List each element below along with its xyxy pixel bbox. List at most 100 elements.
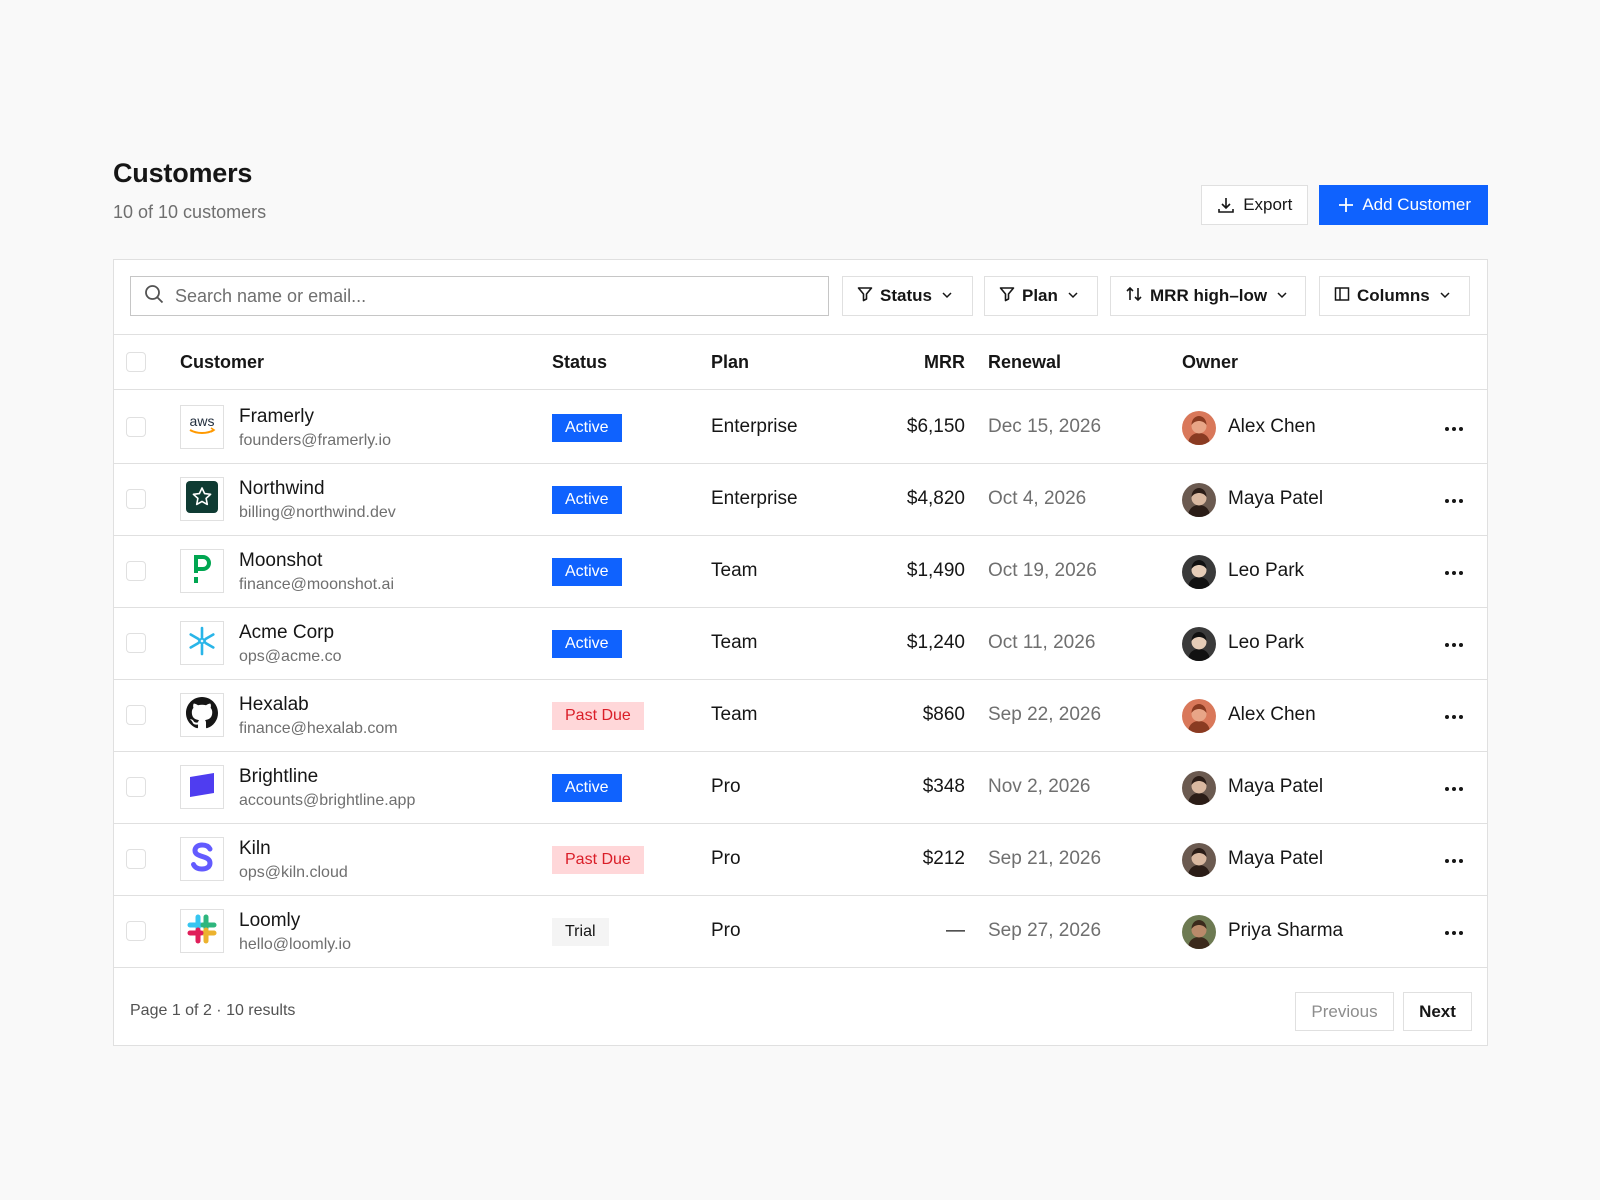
header-actions: Export Add Customer xyxy=(1201,185,1488,225)
plan-filter-dropdown[interactable]: Plan xyxy=(984,276,1098,316)
page-header: Customers 10 of 10 customers Export Add … xyxy=(113,158,1488,228)
customer-email: ops@kiln.cloud xyxy=(239,864,348,881)
search-input[interactable] xyxy=(175,285,775,307)
row-actions-menu[interactable] xyxy=(1439,773,1469,803)
renewal-date: Oct 11, 2026 xyxy=(988,632,1096,653)
pagination-info: Page 1 of 2 · 10 results xyxy=(130,1002,296,1019)
column-header-customer[interactable]: Customer xyxy=(180,335,264,390)
page-title: Customers xyxy=(113,158,253,188)
table-row[interactable]: Brightline accounts@brightline.app Active P… xyxy=(114,751,1487,824)
parallelogram-logo-icon xyxy=(187,772,217,803)
github-logo-icon xyxy=(186,696,218,734)
select-all-checkbox[interactable] xyxy=(126,352,146,372)
plan-cell: Enterprise xyxy=(711,416,798,437)
table-row[interactable]: Acme Corp ops@acme.co Active Team $1,240 Oct … xyxy=(114,607,1487,680)
sort-icon xyxy=(1125,286,1143,307)
customer-name[interactable]: Loomly xyxy=(239,910,300,932)
customer-name[interactable]: Hexalab xyxy=(239,694,309,716)
row-checkbox[interactable] xyxy=(126,633,146,653)
renewal-date: Sep 22, 2026 xyxy=(988,704,1102,725)
plus-icon xyxy=(1338,197,1354,213)
row-actions-menu[interactable] xyxy=(1439,629,1469,659)
next-page-button[interactable]: Next xyxy=(1403,992,1472,1031)
table-toolbar: Status Plan MRR high–low Columns xyxy=(114,260,1487,335)
customer-name[interactable]: Framerly xyxy=(239,406,314,428)
row-actions-menu[interactable] xyxy=(1439,845,1469,875)
row-actions-menu[interactable] xyxy=(1439,701,1469,731)
customer-name[interactable]: Kiln xyxy=(239,838,271,860)
company-logo xyxy=(180,909,224,953)
aws-logo-icon: aws xyxy=(185,412,219,443)
table-row[interactable]: Northwind billing@northwind.dev Active Ente… xyxy=(114,463,1487,536)
owner-avatar xyxy=(1182,771,1216,805)
columns-icon xyxy=(1334,286,1350,307)
row-actions-menu[interactable] xyxy=(1439,917,1469,947)
snowflake-logo-icon xyxy=(186,625,218,662)
mrr-cell: $348 xyxy=(922,776,965,797)
column-header-mrr[interactable]: MRR xyxy=(924,335,965,390)
customer-name[interactable]: Northwind xyxy=(239,478,325,500)
customer-name[interactable]: Moonshot xyxy=(239,550,322,572)
mrr-cell: $4,820 xyxy=(906,488,965,509)
owner-avatar xyxy=(1182,483,1216,517)
owner-name: Leo Park xyxy=(1228,560,1305,581)
company-logo xyxy=(180,837,224,881)
renewal-date: Nov 2, 2026 xyxy=(988,776,1091,797)
company-logo xyxy=(180,621,224,665)
more-horizontal-icon xyxy=(1444,563,1464,581)
row-checkbox[interactable] xyxy=(126,777,146,797)
search-box[interactable] xyxy=(130,276,829,316)
row-actions-menu[interactable] xyxy=(1439,557,1469,587)
owner-name: Alex Chen xyxy=(1228,704,1316,725)
sort-dropdown[interactable]: MRR high–low xyxy=(1110,276,1306,316)
owner-name: Maya Patel xyxy=(1228,848,1324,869)
customer-email: finance@hexalab.com xyxy=(239,720,398,737)
customer-count: 10 of 10 customers xyxy=(113,202,267,222)
status-filter-dropdown[interactable]: Status xyxy=(842,276,973,316)
row-checkbox[interactable] xyxy=(126,489,146,509)
row-actions-menu[interactable] xyxy=(1439,485,1469,515)
customer-name[interactable]: Acme Corp xyxy=(239,622,334,644)
more-horizontal-icon xyxy=(1444,923,1464,941)
plan-filter-label: Plan xyxy=(1022,286,1058,305)
company-logo xyxy=(180,477,224,521)
row-actions-menu[interactable] xyxy=(1439,413,1469,443)
customer-name[interactable]: Brightline xyxy=(239,766,318,788)
table-header: Customer Status Plan MRR Renewal Owner xyxy=(114,335,1487,390)
column-header-renewal[interactable]: Renewal xyxy=(988,335,1061,390)
row-checkbox[interactable] xyxy=(126,849,146,869)
export-button[interactable]: Export xyxy=(1201,185,1309,225)
renewal-date: Oct 4, 2026 xyxy=(988,488,1087,509)
columns-dropdown[interactable]: Columns xyxy=(1319,276,1470,316)
customer-email: founders@framerly.io xyxy=(239,432,391,449)
column-header-owner[interactable]: Owner xyxy=(1182,335,1238,390)
table-row[interactable]: aws Framerly founders@framerly.io Active Ent… xyxy=(114,391,1487,464)
table-row[interactable]: Hexalab finance@hexalab.com Past Due Team $8… xyxy=(114,679,1487,752)
more-horizontal-icon xyxy=(1444,419,1464,437)
more-horizontal-icon xyxy=(1444,491,1464,509)
owner-avatar xyxy=(1182,411,1216,445)
row-checkbox[interactable] xyxy=(126,705,146,725)
owner-avatar xyxy=(1182,627,1216,661)
row-checkbox[interactable] xyxy=(126,921,146,941)
plan-cell: Team xyxy=(711,632,758,653)
renewal-date: Sep 27, 2026 xyxy=(988,920,1102,941)
status-badge: Past Due xyxy=(552,702,644,730)
table-row[interactable]: Loomly hello@loomly.io Trial Pro — Sep 27, 20… xyxy=(114,895,1487,968)
previous-page-button[interactable]: Previous xyxy=(1295,992,1394,1031)
status-badge: Active xyxy=(552,486,622,514)
column-header-plan[interactable]: Plan xyxy=(711,335,749,390)
table-row[interactable]: Moonshot finance@moonshot.ai Active Team $1,… xyxy=(114,535,1487,608)
add-customer-button[interactable]: Add Customer xyxy=(1319,185,1488,225)
status-badge: Active xyxy=(552,558,622,586)
status-badge: Active xyxy=(552,414,622,442)
column-header-status[interactable]: Status xyxy=(552,335,607,390)
company-logo xyxy=(180,549,224,593)
plan-cell: Pro xyxy=(711,776,741,797)
row-checkbox[interactable] xyxy=(126,561,146,581)
search-icon xyxy=(144,284,164,309)
owner-name: Leo Park xyxy=(1228,632,1305,653)
table-row[interactable]: Kiln ops@kiln.cloud Past Due Pro $212 Sep 21,… xyxy=(114,823,1487,896)
plan-cell: Enterprise xyxy=(711,488,798,509)
row-checkbox[interactable] xyxy=(126,417,146,437)
